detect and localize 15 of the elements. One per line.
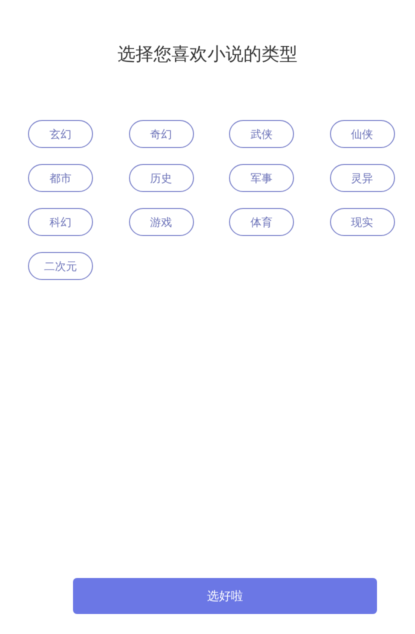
page-title: 选择您喜欢小说的类型 xyxy=(116,44,298,66)
genre-tag[interactable]: 都市 xyxy=(28,164,93,192)
genre-tag[interactable]: 二次元 xyxy=(28,252,93,280)
genre-tag[interactable]: 武侠 xyxy=(229,120,294,148)
genre-tag[interactable]: 科幻 xyxy=(28,208,93,236)
confirm-button[interactable]: 选好啦 xyxy=(73,578,377,614)
genre-tag[interactable]: 玄幻 xyxy=(28,120,93,148)
genre-tag[interactable]: 体育 xyxy=(229,208,294,236)
genre-tag[interactable]: 历史 xyxy=(128,164,194,192)
genre-tag[interactable]: 游戏 xyxy=(128,208,194,236)
genre-tag[interactable]: 现实 xyxy=(330,208,394,236)
genre-tag[interactable]: 军事 xyxy=(229,164,294,192)
genre-tag[interactable]: 奇幻 xyxy=(128,120,194,148)
genre-tag[interactable]: 灵异 xyxy=(330,164,394,192)
genre-tag[interactable]: 仙侠 xyxy=(330,120,394,148)
